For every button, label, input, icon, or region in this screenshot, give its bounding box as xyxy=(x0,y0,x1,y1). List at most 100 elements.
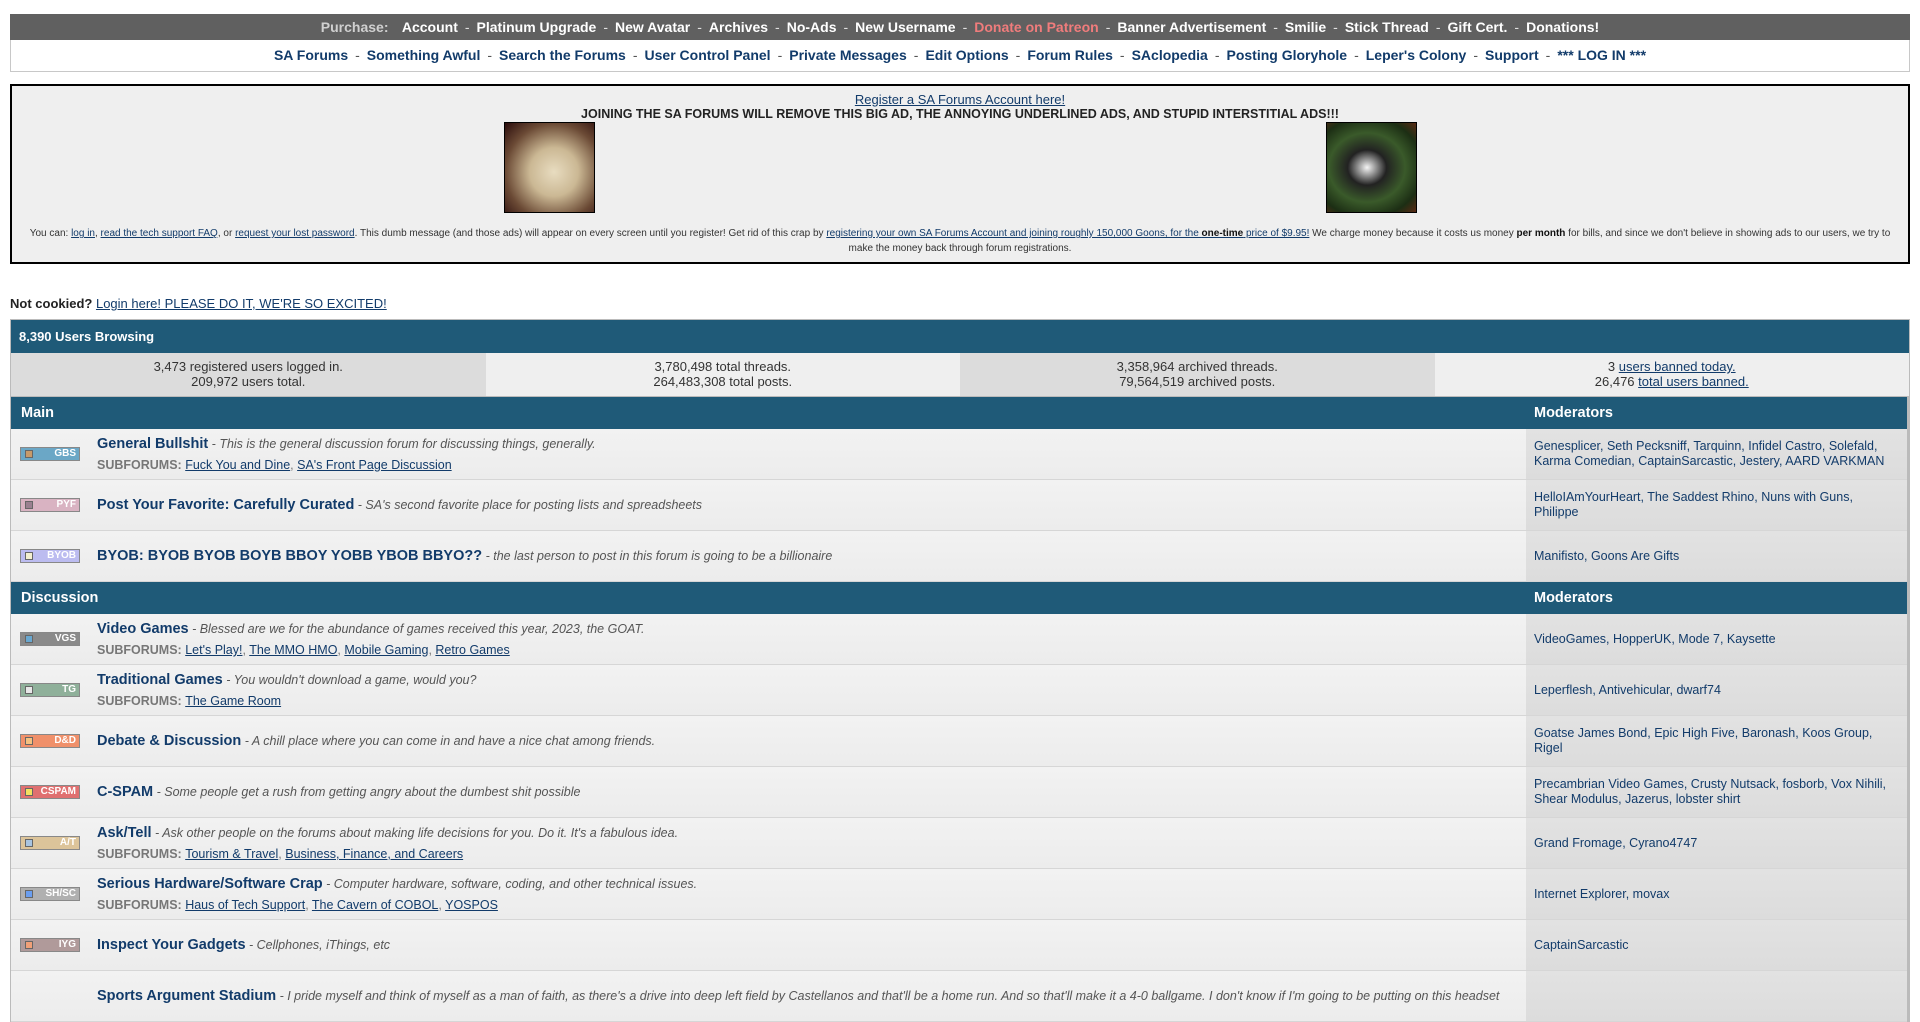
forum-moderators: Genesplicer, Seth Pecksniff, Tarquinn, I… xyxy=(1526,429,1907,479)
nav-leper-s-colony-link[interactable]: Leper's Colony xyxy=(1366,47,1467,63)
subforum-link[interactable]: The Game Room xyxy=(185,694,281,708)
subforum-link[interactable]: Retro Games xyxy=(435,643,509,657)
moderator-links[interactable]: Internet Explorer, movax xyxy=(1534,887,1669,902)
separator: - xyxy=(1545,47,1551,63)
forum-title-link[interactable]: Video Games xyxy=(97,621,189,637)
nav-posting-gloryhole-link[interactable]: Posting Gloryhole xyxy=(1227,47,1348,63)
forum-description: Computer hardware, software, coding, and… xyxy=(333,877,698,891)
subforum-link[interactable]: Let's Play! xyxy=(185,643,242,657)
forum-icon-d-d-icon[interactable]: D&D xyxy=(20,734,80,748)
separator: - xyxy=(1473,47,1478,63)
forum-icon-square xyxy=(25,501,33,509)
purchase-banner-advertisement-link[interactable]: Banner Advertisement xyxy=(1117,19,1266,35)
stats-archived: 3,358,964 archived threads. 79,564,519 ar… xyxy=(960,353,1435,396)
separator: - xyxy=(355,47,360,63)
subforums-list: SUBFORUMS: Let's Play!, The MMO HMO, Mob… xyxy=(97,643,510,657)
separator: - xyxy=(1435,19,1441,35)
forum-icon-sh-sc-icon[interactable]: SH/SC xyxy=(20,887,80,901)
purchase-new-username-link[interactable]: New Username xyxy=(855,19,955,35)
forum-icon-byob-icon[interactable]: BYOB xyxy=(20,549,80,563)
subforums-label: SUBFORUMS: xyxy=(97,847,186,861)
ad-fine-print: You can: log in, read the tech support F… xyxy=(29,228,1891,254)
forum-title-link[interactable]: BYOB: BYOB BYOB BOYB BBOY YOBB YBOB BBYO… xyxy=(97,548,482,564)
subforum-link[interactable]: Mobile Gaming xyxy=(344,643,428,657)
forum-title-link[interactable]: General Bullshit xyxy=(97,436,208,452)
purchase-donations-link[interactable]: Donations! xyxy=(1526,19,1599,35)
subforum-link[interactable]: SA's Front Page Discussion xyxy=(297,458,452,472)
separator: - xyxy=(1214,47,1220,63)
forum-title-link[interactable]: Post Your Favorite: Carefully Curated xyxy=(97,497,354,513)
forum-moderators: Grand Fromage, Cyrano4747 xyxy=(1526,818,1907,868)
separator: - xyxy=(487,47,493,63)
forum-description: Cellphones, iThings, etc xyxy=(256,938,391,952)
nav-forum-rules-link[interactable]: Forum Rules xyxy=(1027,47,1113,63)
moderator-links[interactable]: Genesplicer, Seth Pecksniff, Tarquinn, I… xyxy=(1534,439,1899,469)
forum-icon-gbs-icon[interactable]: GBS xyxy=(20,447,80,461)
subforum-link[interactable]: Fuck You and Dine xyxy=(185,458,290,472)
purchase-archives-link[interactable]: Archives xyxy=(709,19,768,35)
moderator-links[interactable]: Leperflesh, Antivehicular, dwarf74 xyxy=(1534,683,1721,698)
register-account-inline-link[interactable]: registering your own SA Forums Account a… xyxy=(826,228,1309,239)
nav-something-awful-link[interactable]: Something Awful xyxy=(367,47,481,63)
forum-row: D&D Debate & Discussion - A chill place w… xyxy=(11,716,1907,767)
forum-icon-pyf-icon[interactable]: PYF xyxy=(20,498,80,512)
forum-title-link[interactable]: Ask/Tell xyxy=(97,825,152,841)
nav-private-messages-link[interactable]: Private Messages xyxy=(789,47,907,63)
stats-threads: 3,780,498 total threads. 264,483,308 tota… xyxy=(485,353,960,396)
tech-faq-link[interactable]: read the tech support FAQ xyxy=(101,228,218,239)
forum-title-link[interactable]: Inspect Your Gadgets xyxy=(97,937,246,953)
purchase-smilie-link[interactable]: Smilie xyxy=(1285,19,1326,35)
forum-icon-iyg-icon[interactable]: IYG xyxy=(20,938,80,952)
log-in-link[interactable]: log in xyxy=(71,228,95,239)
moderator-links[interactable]: Precambrian Video Games, Crusty Nutsack,… xyxy=(1534,777,1899,807)
purchase-platinum-upgrade-link[interactable]: Platinum Upgrade xyxy=(477,19,597,35)
moderator-links[interactable]: Grand Fromage, Cyrano4747 xyxy=(1534,836,1697,851)
subforum-link[interactable]: Tourism & Travel xyxy=(185,847,278,861)
nav-edit-options-link[interactable]: Edit Options xyxy=(925,47,1008,63)
nav-sa-forums-link[interactable]: SA Forums xyxy=(274,47,348,63)
separator: - xyxy=(1015,47,1021,63)
nav-search-the-forums-link[interactable]: Search the Forums xyxy=(499,47,626,63)
moderator-links[interactable]: VideoGames, HopperUK, Mode 7, Kaysette xyxy=(1534,632,1776,647)
nav-user-control-panel-link[interactable]: User Control Panel xyxy=(645,47,771,63)
purchase-account-link[interactable]: Account xyxy=(402,19,458,35)
ad-cat-image xyxy=(1326,122,1417,213)
moderator-links[interactable]: CaptainSarcastic xyxy=(1534,938,1629,953)
forum-title-link[interactable]: C-SPAM xyxy=(97,784,153,800)
forum-title-link[interactable]: Serious Hardware/Software Crap xyxy=(97,876,323,892)
nav-support-link[interactable]: Support xyxy=(1485,47,1539,63)
total-users-banned-link[interactable]: total users banned. xyxy=(1638,374,1749,389)
subforums-list: SUBFORUMS: The Game Room xyxy=(97,694,1526,708)
forum-icon-vgs-icon[interactable]: VGS xyxy=(20,632,80,646)
forum-stats: 8,390 Users Browsing 3,473 registered us… xyxy=(10,319,1910,397)
moderator-links[interactable]: Manifisto, Goons Are Gifts xyxy=(1534,549,1679,564)
users-banned-today-link[interactable]: users banned today. xyxy=(1619,359,1736,374)
forum-icon-square xyxy=(25,941,33,949)
subforum-link[interactable]: The MMO HMO xyxy=(249,643,337,657)
moderator-links[interactable]: HelloIAmYourHeart, The Saddest Rhino, Nu… xyxy=(1534,490,1899,520)
forum-title-link[interactable]: Debate & Discussion xyxy=(97,733,241,749)
purchase-stick-thread-link[interactable]: Stick Thread xyxy=(1345,19,1429,35)
subforums-list: SUBFORUMS: Haus of Tech Support, The Cav… xyxy=(97,898,498,912)
forum-icon-cspam-icon[interactable]: CSPAM xyxy=(20,785,80,799)
forum-icon-tg-icon[interactable]: TG xyxy=(20,683,80,697)
purchase-no-ads-link[interactable]: No-Ads xyxy=(787,19,837,35)
nav-saclopedia-link[interactable]: SAclopedia xyxy=(1132,47,1208,63)
purchase-new-avatar-link[interactable]: New Avatar xyxy=(615,19,690,35)
subforum-link[interactable]: Business, Finance, and Careers xyxy=(285,847,463,861)
moderator-links[interactable]: Goatse James Bond, Epic High Five, Baron… xyxy=(1534,726,1899,756)
register-account-link[interactable]: Register a SA Forums Account here! xyxy=(12,86,1908,107)
lost-password-link[interactable]: request your lost password xyxy=(235,228,355,239)
purchase-gift-cert-link[interactable]: Gift Cert. xyxy=(1448,19,1508,35)
nav-log-in-link[interactable]: *** LOG IN *** xyxy=(1557,47,1646,63)
forum-icon-a-t-icon[interactable]: A/T xyxy=(20,836,80,850)
forum-row: SH/SC Serious Hardware/Software Crap - Co… xyxy=(11,869,1907,920)
subforum-link[interactable]: The Cavern of COBOL xyxy=(312,898,438,912)
subforum-link[interactable]: YOSPOS xyxy=(445,898,498,912)
login-here-link[interactable]: Login here! PLEASE DO IT, WE'RE SO EXCIT… xyxy=(96,296,387,311)
forum-title-link[interactable]: Traditional Games xyxy=(97,672,223,688)
purchase-donate-on-patreon-link[interactable]: Donate on Patreon xyxy=(974,19,1098,35)
separator: - xyxy=(603,19,608,35)
subforum-link[interactable]: Haus of Tech Support xyxy=(185,898,305,912)
forum-title-link[interactable]: Sports Argument Stadium xyxy=(97,988,276,1004)
